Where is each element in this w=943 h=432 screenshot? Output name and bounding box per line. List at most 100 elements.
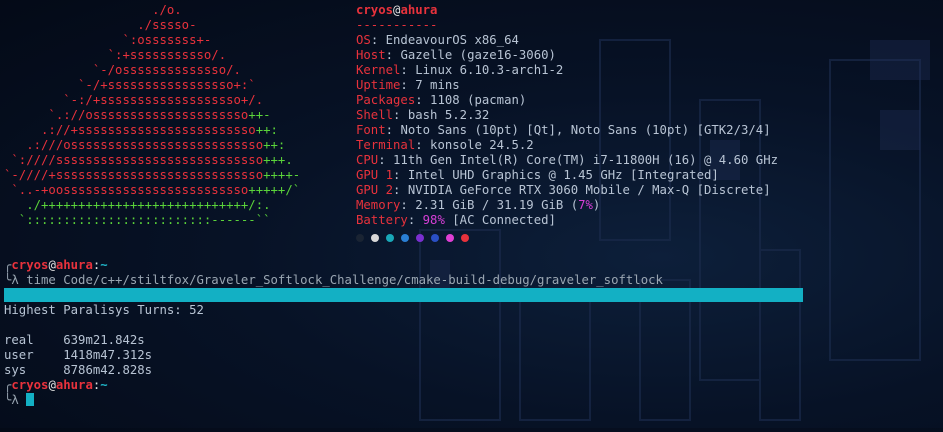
logo-green-part: ++- — [248, 108, 271, 122]
text-cursor[interactable] — [26, 393, 35, 406]
logo-green-part: `:::::::::::::::::::::::::------`` — [4, 213, 271, 227]
sysinfo-colon: : — [415, 138, 431, 152]
sysinfo-colon: : — [393, 168, 408, 182]
command-text: time Code/c++/stiltfox/Graveler_Softlock… — [18, 273, 663, 287]
command-line: ╰λ time Code/c++/stiltfox/Graveler_Softl… — [4, 273, 943, 288]
prompt-lambda: ╰λ — [4, 393, 27, 407]
logo-line: ./sssso- — [4, 18, 300, 33]
sysinfo-colon: : — [400, 198, 416, 212]
logo-line: `-/ossssssssssssso/. — [4, 63, 300, 78]
logo-red-part: `-////+ssssssssssssssssssssssssssso — [4, 168, 264, 182]
sysinfo-row: Battery: 98% [AC Connected] — [356, 213, 778, 228]
sysinfo-key: Host — [356, 48, 386, 62]
hostname: ahura — [400, 3, 438, 17]
time-sys-label: sys — [4, 363, 27, 377]
sysinfo-value: konsole 24.5.2 — [430, 138, 534, 152]
prompt-at: @ — [48, 258, 56, 272]
sysinfo-colon: : — [385, 48, 401, 62]
sysinfo-colon: : — [378, 153, 394, 167]
time-sys: sys 8786m42.828s — [4, 363, 943, 378]
input-line[interactable]: ╰λ — [4, 393, 943, 408]
prompt-at: @ — [48, 378, 56, 392]
logo-green-part: ++: — [263, 138, 286, 152]
sysinfo-value-tail: ) — [592, 198, 601, 212]
sysinfo-key: Memory — [356, 198, 401, 212]
logo-line: `-:/+sssssssssssssssssso+/. — [4, 93, 300, 108]
sysinfo-colon: : — [400, 63, 416, 77]
sysinfo-colon: : — [393, 183, 408, 197]
sysinfo-key: Kernel — [356, 63, 401, 77]
time-user-label: user — [4, 348, 34, 362]
prompt-user: cryos — [11, 378, 49, 392]
result-line: Highest Paralisys Turns: 52 — [4, 303, 204, 317]
logo-green-part: ./++++++++++++++++++++++++++++/:. — [4, 198, 271, 212]
logo-red-part: .://+ssssssssssssssssssssssso — [4, 123, 256, 137]
sysinfo-key: Shell — [356, 108, 394, 122]
prompt-line-2: ╭cryos@ahura:~ — [4, 378, 943, 393]
logo-green-part: ++++- — [263, 168, 301, 182]
sysinfo-key: CPU — [356, 153, 379, 167]
sysinfo-separator: ----------- — [356, 18, 438, 32]
sysinfo-value: EndeavourOS x86_64 — [385, 33, 519, 47]
sysinfo-row: CPU: 11th Gen Intel(R) Core(TM) i7-11800… — [356, 153, 778, 168]
logo-line: .:///ossssssssssssssssssssssssso++: — [4, 138, 300, 153]
logo-line: `:////ssssssssssssssssssssssssssso+++. — [4, 153, 300, 168]
logo-red-part: `-:/+sssssssssssssssssso+/. — [4, 93, 264, 107]
logo-green-part: +++++/` — [248, 183, 301, 197]
sysinfo-value: Noto Sans (10pt) [Qt], Noto Sans (10pt) … — [400, 123, 771, 137]
sysinfo-key: GPU 2 — [356, 183, 394, 197]
logo-red-part: `.://osssssssssssssssssssso — [4, 108, 249, 122]
sysinfo-value: 1108 (pacman) — [430, 93, 527, 107]
sysinfo-row: Host: Gazelle (gaze16-3060) — [356, 48, 778, 63]
time-real: real 639m21.842s — [4, 333, 943, 348]
sysinfo-row: GPU 1: Intel UHD Graphics @ 1.45 GHz [In… — [356, 168, 778, 183]
command-output: Highest Paralisys Turns: 52 real 639m21.… — [4, 303, 943, 408]
time-real-value: 639m21.842s — [63, 333, 145, 347]
sysinfo-value: Intel UHD Graphics @ 1.45 GHz [Integrate… — [407, 168, 719, 182]
sysinfo-value: Gazelle (gaze16-3060) — [400, 48, 556, 62]
sysinfo-key: Font — [356, 123, 386, 137]
terminal-session: ╭cryos@ahura:~ ╰λ time Code/c++/stiltfox… — [4, 258, 943, 288]
sysinfo-row: Terminal: konsole 24.5.2 — [356, 138, 778, 153]
prompt-host: ahura — [55, 378, 93, 392]
prompt-user: cryos — [11, 258, 49, 272]
sysinfo-colon: : — [407, 213, 423, 227]
sysinfo-value: 2.31 GiB / 31.19 GiB ( — [415, 198, 579, 212]
sysinfo-colon: : — [400, 78, 416, 92]
sysinfo-value: bash 5.2.32 — [407, 108, 490, 122]
sysinfo-key: Battery — [356, 213, 408, 227]
prompt-lambda: ╰λ — [4, 273, 19, 287]
palette-dot — [431, 234, 439, 242]
sysinfo-row: Packages: 1108 (pacman) — [356, 93, 778, 108]
time-user: user 1418m47.312s — [4, 348, 943, 363]
logo-green-part: +++. — [263, 153, 293, 167]
time-real-label: real — [4, 333, 34, 347]
palette-dot — [461, 234, 469, 242]
sysinfo-key: Uptime — [356, 78, 401, 92]
logo-line: `-/+sssssssssssssssso+:` — [4, 78, 300, 93]
palette-dot — [371, 234, 379, 242]
sysinfo-row: Uptime: 7 mins — [356, 78, 778, 93]
logo-red-part: .:///ossssssssssssssssssssssssso — [4, 138, 264, 152]
color-palette — [356, 228, 778, 242]
sysinfo-key: Terminal — [356, 138, 416, 152]
sysinfo-percent: 7% — [578, 198, 593, 212]
palette-dot — [386, 234, 394, 242]
prompt-path: ~ — [100, 258, 108, 272]
sysinfo-percent: 98% — [422, 213, 445, 227]
logo-line: `.://osssssssssssssssssssso++- — [4, 108, 300, 123]
logo-red-part: `..-+oosssssssssssssssssssssssso — [4, 183, 249, 197]
logo-line: `:+sssssssssso/. — [4, 48, 300, 63]
sysinfo-row: Memory: 2.31 GiB / 31.19 GiB (7%) — [356, 198, 778, 213]
logo-line: ./o. — [4, 3, 300, 18]
sysinfo-row: OS: EndeavourOS x86_64 — [356, 33, 778, 48]
sysinfo-colon: : — [415, 93, 431, 107]
logo-red-part: `-/+sssssssssssssssso+:` — [4, 78, 256, 92]
sysinfo-key: GPU 1 — [356, 168, 394, 182]
sysinfo-row: Kernel: Linux 6.10.3-arch1-2 — [356, 63, 778, 78]
logo-red-part: `:+sssssssssso/. — [4, 48, 227, 62]
sysinfo-colon: : — [393, 108, 408, 122]
palette-dot — [446, 234, 454, 242]
logo-red-part: `:////ssssssssssssssssssssssssssso — [4, 153, 264, 167]
progress-highlight-bar — [4, 288, 803, 302]
